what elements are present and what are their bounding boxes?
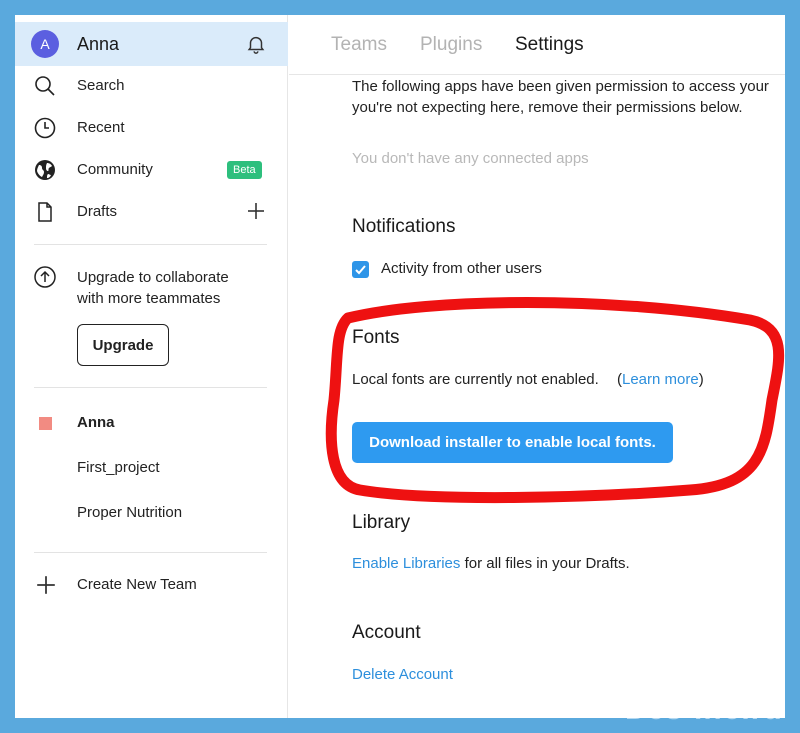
activity-checkbox-label[interactable]: Activity from other users: [381, 260, 542, 277]
sidebar-item-recent[interactable]: Recent: [15, 110, 288, 146]
arrow-up-circle-icon: [34, 266, 56, 288]
notifications-title: Notifications: [352, 216, 456, 237]
fonts-status-text: Local fonts are currently not enabled.: [352, 371, 599, 388]
enable-libraries-link[interactable]: Enable Libraries: [352, 555, 460, 572]
bell-icon[interactable]: [245, 33, 267, 55]
fonts-status: Local fonts are currently not enabled. (…: [352, 371, 704, 388]
sidebar-item-label: Drafts: [77, 203, 118, 220]
beta-badge: Beta: [227, 161, 262, 179]
team-name[interactable]: Anna: [77, 414, 115, 431]
checkmark-icon: [355, 265, 366, 275]
avatar: A: [31, 30, 59, 58]
clock-icon: [34, 117, 56, 139]
upgrade-line-1: Upgrade to collaborate: [77, 269, 229, 286]
upgrade-prompt: Upgrade to collaborate with more teammat…: [77, 267, 277, 309]
delete-account-link[interactable]: Delete Account: [352, 666, 453, 683]
sidebar-item-search[interactable]: Search: [15, 68, 288, 104]
permissions-line-1: The following apps have been given permi…: [352, 78, 769, 95]
sidebar: A Anna Search Recent Community Beta Draf…: [15, 15, 288, 718]
project-item[interactable]: Proper Nutrition: [77, 504, 182, 521]
divider: [34, 552, 267, 553]
user-name: Anna: [77, 34, 120, 54]
user-menu[interactable]: A Anna: [15, 22, 288, 66]
search-icon: [35, 76, 55, 96]
learn-more-link[interactable]: Learn more: [622, 371, 699, 388]
upgrade-line-2: with more teammates: [77, 290, 221, 307]
sidebar-item-label: Search: [77, 77, 125, 94]
library-rest-text: for all files in your Drafts.: [460, 555, 630, 572]
account-title: Account: [352, 622, 421, 643]
globe-icon: [35, 160, 55, 180]
library-title: Library: [352, 512, 411, 533]
sidebar-item-label: Recent: [77, 119, 125, 136]
sidebar-item-community[interactable]: Community Beta: [15, 152, 288, 188]
team-color-swatch: [39, 417, 52, 430]
project-item[interactable]: First_project: [77, 459, 160, 476]
tab-plugins[interactable]: Plugins: [420, 34, 482, 56]
main-panel: Teams Plugins Settings The following app…: [289, 15, 785, 718]
library-description: Enable Libraries for all files in your D…: [352, 555, 630, 572]
permissions-line-2: you're not expecting here, remove their …: [352, 99, 743, 116]
upgrade-button[interactable]: Upgrade: [77, 324, 169, 366]
file-icon: [38, 202, 52, 222]
tab-settings[interactable]: Settings: [515, 34, 584, 56]
tab-bar: Teams Plugins Settings: [289, 15, 785, 75]
divider: [34, 244, 267, 245]
plus-icon[interactable]: [35, 574, 57, 596]
sidebar-item-label: Community: [77, 161, 153, 178]
watermark: Des-life.ru: [625, 693, 783, 726]
paren-close: ): [698, 371, 704, 388]
fonts-title: Fonts: [352, 327, 400, 348]
create-new-team-link[interactable]: Create New Team: [77, 576, 197, 593]
download-installer-button[interactable]: Download installer to enable local fonts…: [352, 422, 673, 463]
permissions-description: The following apps have been given permi…: [352, 76, 785, 118]
app-window: A Anna Search Recent Community Beta Draf…: [15, 15, 785, 718]
divider: [34, 387, 267, 388]
tab-teams[interactable]: Teams: [331, 34, 387, 56]
add-draft-icon[interactable]: [246, 201, 266, 221]
no-apps-text: You don't have any connected apps: [352, 150, 589, 167]
sidebar-item-drafts[interactable]: Drafts: [15, 194, 288, 230]
activity-checkbox[interactable]: [352, 261, 369, 278]
